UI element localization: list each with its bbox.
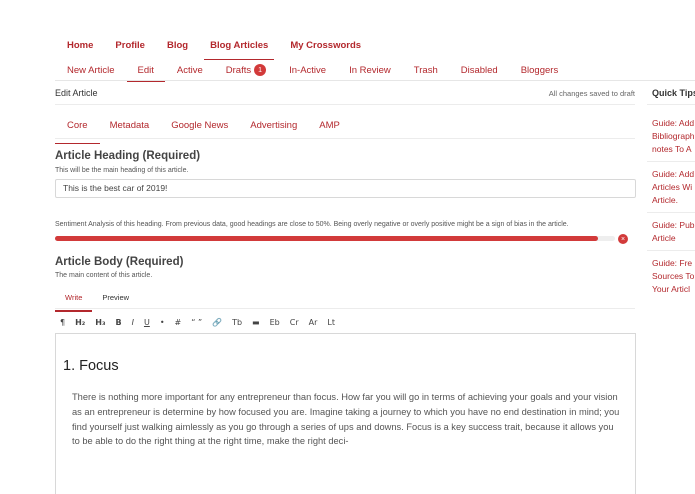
quick-tips-title: Quick Tips xyxy=(652,88,695,98)
editor-tabs-divider xyxy=(55,308,635,309)
save-status: All changes saved to draft xyxy=(548,89,635,98)
numbered-list-icon[interactable]: # xyxy=(175,318,182,327)
tip-line: Guide: Fre xyxy=(652,258,693,268)
image-icon[interactable]: ▬ xyxy=(252,318,260,327)
heading3-icon[interactable]: H₃ xyxy=(95,318,105,327)
article-tabs: Core Metadata Google News Advertising AM… xyxy=(55,120,362,144)
tip-link[interactable]: Guide: Add Articles Wi Article. xyxy=(652,168,695,207)
subnav-drafts-label: Drafts xyxy=(225,64,252,76)
section-divider xyxy=(55,104,635,105)
list-icon[interactable]: Lt xyxy=(327,318,335,327)
italic-icon[interactable]: I xyxy=(132,318,134,327)
quick-tips-list: Guide: Add Bibliograph notes To A Guide:… xyxy=(647,117,695,305)
nav-blog[interactable]: Blog xyxy=(167,40,188,55)
subnav-new-article[interactable]: New Article xyxy=(67,65,115,76)
nav-home[interactable]: Home xyxy=(67,40,93,55)
tip-line: Sources To xyxy=(652,271,695,281)
tab-core[interactable]: Core xyxy=(55,120,99,144)
nav-divider xyxy=(55,80,695,81)
heading-label: Article Heading (Required) xyxy=(55,150,201,162)
tip-line: Your Articl xyxy=(652,284,690,294)
subnav-drafts[interactable]: Drafts 1 xyxy=(225,64,267,76)
subnav-trash[interactable]: Trash xyxy=(414,65,438,76)
tip-link[interactable]: Guide: Pub Article xyxy=(652,219,695,245)
top-nav: Home Profile Blog Blog Articles My Cross… xyxy=(67,40,383,60)
sidebar-divider xyxy=(647,104,695,105)
sentiment-bar xyxy=(55,236,615,241)
underline-icon[interactable]: U xyxy=(144,318,150,327)
editor-heading: 1. Focus xyxy=(63,358,119,374)
tip-line: Guide: Add xyxy=(652,118,695,128)
tip-divider xyxy=(647,212,695,213)
tip-line: Guide: Pub xyxy=(652,220,695,230)
tip-divider xyxy=(647,161,695,162)
sentiment-bar-fill xyxy=(55,236,599,241)
section-title: Edit Article xyxy=(55,88,98,98)
sentiment-close-icon[interactable]: × xyxy=(618,234,628,244)
article-icon[interactable]: Ar xyxy=(309,318,318,327)
tabs-divider xyxy=(55,138,635,139)
tab-write[interactable]: Write xyxy=(55,293,93,312)
tip-line: Articles Wi xyxy=(652,182,693,192)
nav-my-crosswords[interactable]: My Crosswords xyxy=(290,40,361,55)
bullet-list-icon[interactable]: • xyxy=(160,318,165,327)
heading-help: This will be the main heading of this ar… xyxy=(55,167,189,174)
subnav-in-review[interactable]: In Review xyxy=(349,65,391,76)
subnav-disabled[interactable]: Disabled xyxy=(461,65,498,76)
link-icon[interactable]: 🔗 xyxy=(212,318,222,327)
subnav-active[interactable]: Active xyxy=(177,65,203,76)
editor-mode-tabs: Write Preview xyxy=(55,293,139,312)
body-editor[interactable]: 1. Focus There is nothing more important… xyxy=(55,333,636,494)
tip-link[interactable]: Guide: Add Bibliograph notes To A xyxy=(652,117,695,156)
tip-line: notes To A xyxy=(652,144,692,154)
tip-divider xyxy=(647,250,695,251)
paragraph-icon[interactable]: ¶ xyxy=(60,318,65,327)
subnav-edit[interactable]: Edit xyxy=(126,65,166,82)
embed-icon[interactable]: Eb xyxy=(270,318,280,327)
tip-line: Article. xyxy=(652,195,678,205)
tip-line: Guide: Add xyxy=(652,169,695,179)
editor-toolbar: ¶ H₂ H₃ B I U • # “ ” 🔗 Tb ▬ Eb Cr Ar Lt xyxy=(60,318,345,327)
tab-metadata[interactable]: Metadata xyxy=(110,120,150,131)
drafts-count-badge: 1 xyxy=(254,64,267,76)
tab-amp[interactable]: AMP xyxy=(319,120,340,131)
sentiment-text: Sentiment Analysis of this heading. From… xyxy=(55,221,569,228)
nav-blog-articles[interactable]: Blog Articles xyxy=(204,40,275,60)
table-icon[interactable]: Tb xyxy=(232,318,242,327)
tip-line: Bibliograph xyxy=(652,131,695,141)
editor-paragraph: There is nothing more important for any … xyxy=(72,392,620,447)
tab-advertising[interactable]: Advertising xyxy=(250,120,297,131)
subnav-bloggers[interactable]: Bloggers xyxy=(521,65,559,76)
sub-nav: New Article Edit Active Drafts 1 In-Acti… xyxy=(67,64,581,82)
bold-icon[interactable]: B xyxy=(116,318,122,327)
heading2-icon[interactable]: H₂ xyxy=(75,318,85,327)
tip-link[interactable]: Guide: Fre Sources To Your Articl xyxy=(652,257,695,296)
tab-preview[interactable]: Preview xyxy=(92,293,139,302)
body-label: Article Body (Required) xyxy=(55,256,184,268)
body-help: The main content of this article. xyxy=(55,272,153,279)
heading-input[interactable]: This is the best car of 2019! xyxy=(55,179,636,198)
nav-profile[interactable]: Profile xyxy=(115,40,145,55)
tip-line: Article xyxy=(652,233,676,243)
tab-google-news[interactable]: Google News xyxy=(171,120,228,131)
credit-icon[interactable]: Cr xyxy=(290,318,299,327)
quote-icon[interactable]: “ ” xyxy=(191,318,202,327)
subnav-inactive[interactable]: In-Active xyxy=(289,65,326,76)
